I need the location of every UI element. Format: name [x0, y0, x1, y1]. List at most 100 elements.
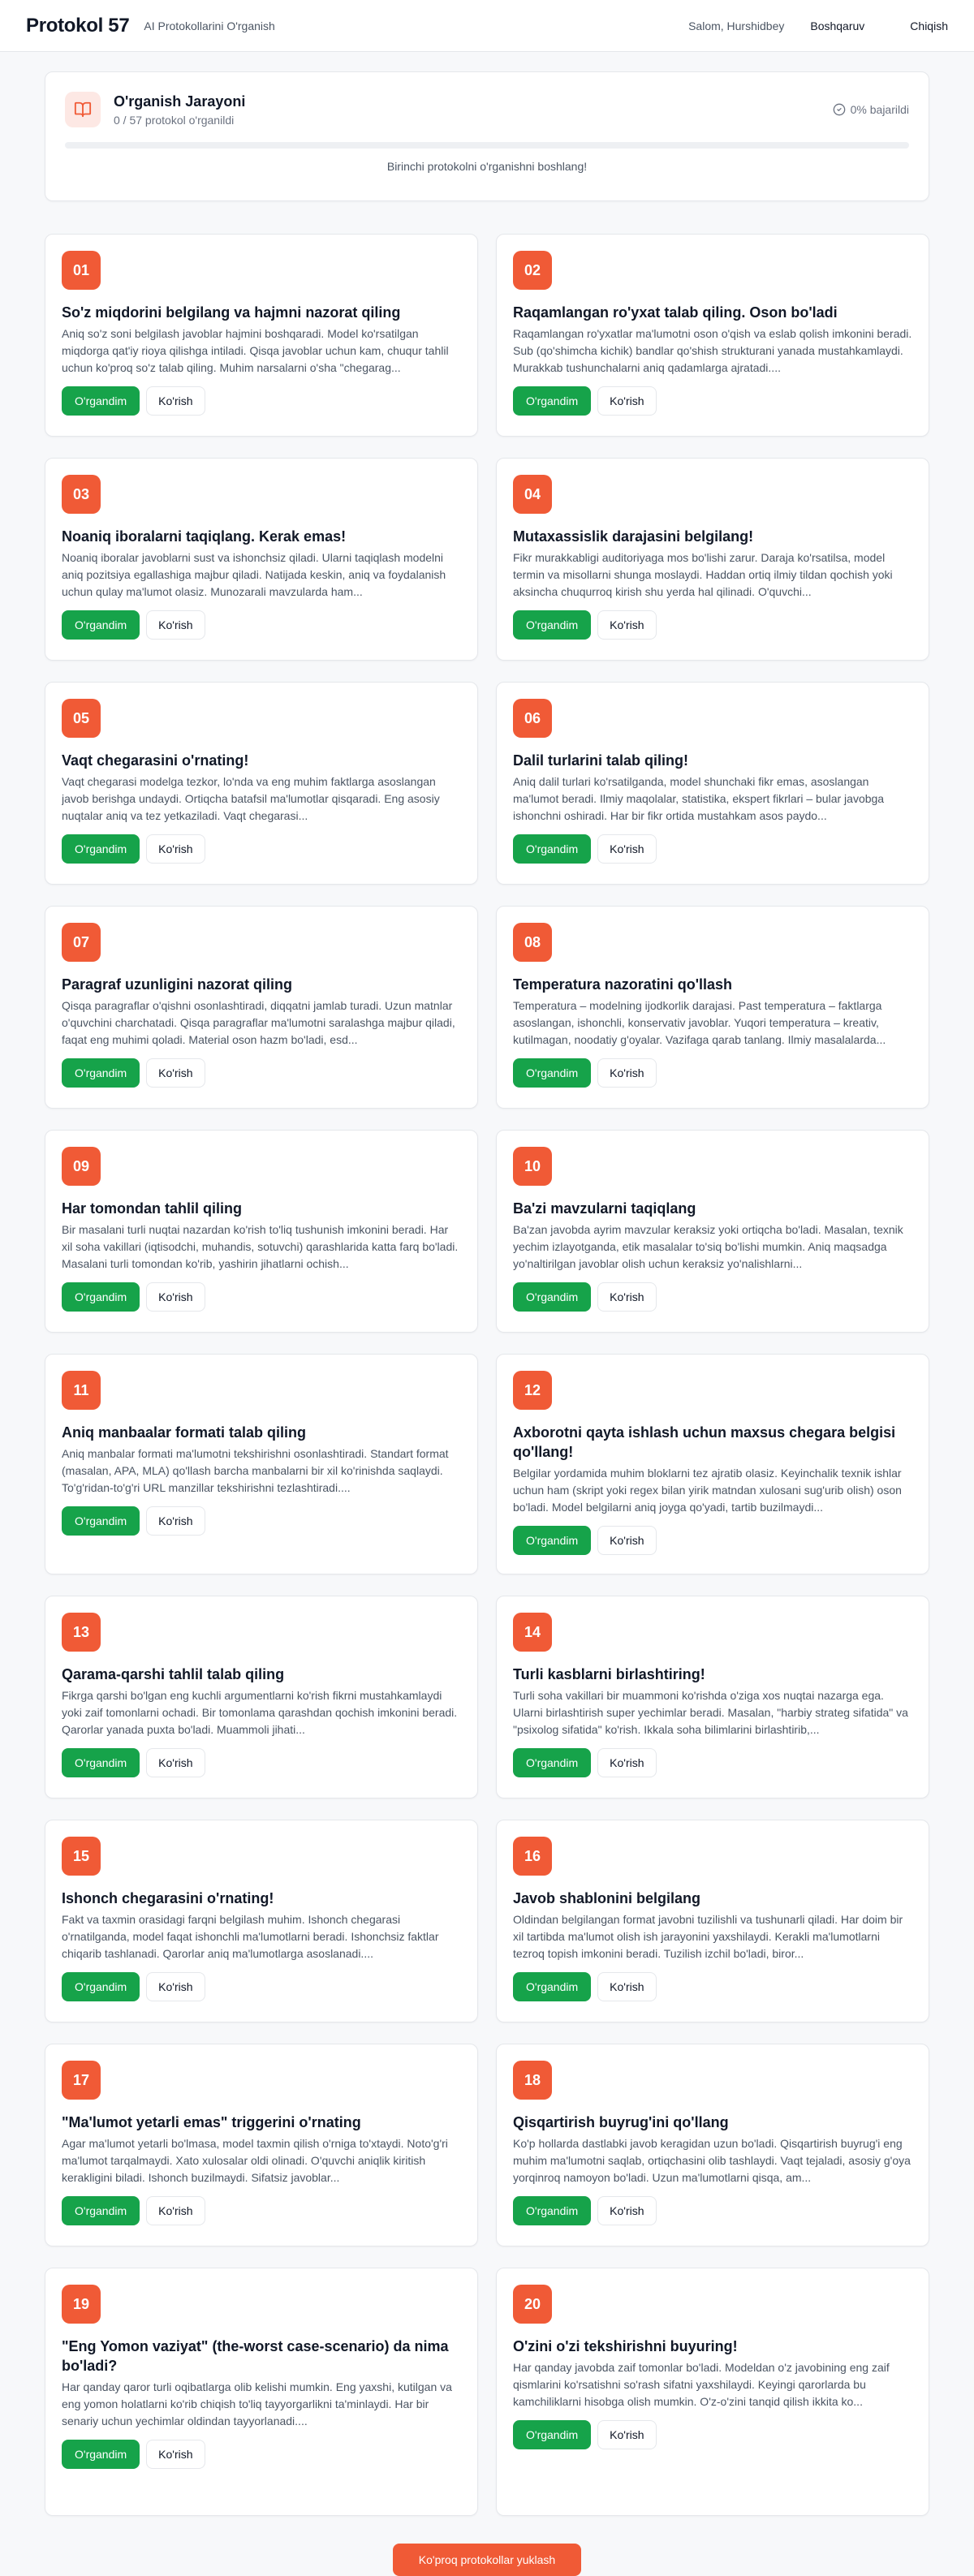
protocol-description: Aniq so'z soni belgilash javoblar hajmin…: [62, 327, 449, 374]
protocol-card: 20 O'zini o'zi tekshirishni buyuring! Har …: [496, 2268, 929, 2516]
logout-button[interactable]: Chiqish: [910, 19, 948, 32]
view-button[interactable]: Ko'rish: [146, 1972, 205, 2001]
view-button[interactable]: Ko'rish: [146, 1282, 205, 1312]
protocol-actions: O'rgandim Ko'rish: [62, 834, 461, 864]
protocol-title: Axborotni qayta ishlash uchun maxsus che…: [513, 1424, 896, 1460]
protocol-number-badge: 08: [513, 923, 552, 962]
protocol-card: 17 "Ma'lumot yetarli emas" triggerini o'r…: [45, 2044, 478, 2246]
protocol-description: Har qanday javobda zaif tomonlar bo'ladi…: [513, 2361, 890, 2408]
protocol-card: 08 Temperatura nazoratini qo'llash Tempera…: [496, 906, 929, 1109]
view-button[interactable]: Ko'rish: [597, 1526, 657, 1555]
protocol-description: Vaqt chegarasi modelga tezkor, lo'nda va…: [62, 775, 440, 822]
learned-button[interactable]: O'rgandim: [513, 386, 592, 416]
view-button[interactable]: Ko'rish: [146, 1506, 205, 1536]
book-icon: [65, 92, 101, 127]
protocol-number-badge: 19: [62, 2285, 101, 2324]
protocol-title: Paragraf uzunligini nazorat qiling: [62, 976, 293, 993]
view-button[interactable]: Ko'rish: [597, 1282, 657, 1312]
protocol-card: 01 So'z miqdorini belgilang va hajmni naz…: [45, 234, 478, 437]
protocol-number-badge: 07: [62, 923, 101, 962]
learned-button[interactable]: O'rgandim: [513, 834, 592, 864]
learned-button[interactable]: O'rgandim: [62, 1506, 140, 1536]
view-button[interactable]: Ko'rish: [146, 2196, 205, 2225]
protocol-card: 13 Qarama-qarshi tahlil talab qiling Fikrg…: [45, 1596, 478, 1798]
learned-button[interactable]: O'rgandim: [62, 1058, 140, 1088]
view-button[interactable]: Ko'rish: [597, 1748, 657, 1777]
learned-button[interactable]: O'rgandim: [513, 1748, 592, 1777]
view-button[interactable]: Ko'rish: [146, 386, 205, 416]
protocol-actions: O'rgandim Ko'rish: [513, 2420, 912, 2449]
view-button[interactable]: Ko'rish: [597, 1972, 657, 2001]
view-button[interactable]: Ko'rish: [597, 2420, 657, 2449]
protocol-card: 02 Raqamlangan ro'yxat talab qiling. Oson…: [496, 234, 929, 437]
learned-button[interactable]: O'rgandim: [62, 834, 140, 864]
learned-button[interactable]: O'rgandim: [62, 386, 140, 416]
progress-card: O'rganish Jarayoni 0 / 57 protokol o'rga…: [45, 71, 929, 201]
learned-button[interactable]: O'rgandim: [513, 610, 592, 640]
view-button[interactable]: Ko'rish: [146, 610, 205, 640]
protocol-description: Fikr murakkabligi auditoriyaga mos bo'li…: [513, 551, 893, 598]
protocol-actions: O'rgandim Ko'rish: [513, 1748, 912, 1777]
protocol-description: Ba'zan javobda ayrim mavzular keraksiz y…: [513, 1223, 903, 1270]
protocol-title: O'zini o'zi tekshirishni buyuring!: [513, 2338, 738, 2354]
protocol-card: 07 Paragraf uzunligini nazorat qiling Qisq…: [45, 906, 478, 1109]
view-button[interactable]: Ko'rish: [146, 1748, 205, 1777]
protocol-card: 19 "Eng Yomon vaziyat" (the-worst case-sc…: [45, 2268, 478, 2516]
protocol-actions: O'rgandim Ko'rish: [62, 1748, 461, 1777]
protocol-title: Aniq manbaalar formati talab qiling: [62, 1424, 307, 1441]
protocol-actions: O'rgandim Ko'rish: [62, 1972, 461, 2001]
learned-button[interactable]: O'rgandim: [62, 610, 140, 640]
protocol-description: Turli soha vakillari bir muammoni ko'ris…: [513, 1689, 908, 1736]
view-button[interactable]: Ko'rish: [146, 1058, 205, 1088]
protocol-description: Fikrga qarshi bo'lgan eng kuchli argumen…: [62, 1689, 458, 1736]
protocol-card: 09 Har tomondan tahlil qiling Bir masalani…: [45, 1130, 478, 1333]
progress-hint: Birinchi protokolni o'rganishni boshlang…: [386, 160, 588, 173]
learned-button[interactable]: O'rgandim: [62, 2196, 140, 2225]
learned-button[interactable]: O'rgandim: [62, 2440, 140, 2469]
user-greeting: Salom, Hurshidbey: [688, 19, 785, 32]
progress-percent-label: 0% bajarildi: [850, 103, 909, 116]
protocol-actions: O'rgandim Ko'rish: [513, 1058, 912, 1088]
brand-logo[interactable]: Protokol 57: [26, 15, 130, 37]
learned-button[interactable]: O'rgandim: [513, 1282, 592, 1312]
view-button[interactable]: Ko'rish: [597, 386, 657, 416]
protocol-description: Belgilar yordamida muhim bloklarni tez a…: [513, 1467, 902, 1514]
protocol-description: Bir masalani turli nuqtai nazardan ko'ri…: [62, 1223, 459, 1270]
learned-button[interactable]: O'rgandim: [62, 1748, 140, 1777]
progress-text: O'rganish Jarayoni 0 / 57 protokol o'rga…: [114, 93, 245, 127]
protocol-card: 11 Aniq manbaalar formati talab qiling Ani…: [45, 1354, 478, 1574]
progress-title: O'rganish Jarayoni: [114, 93, 246, 110]
learned-button[interactable]: O'rgandim: [62, 1282, 140, 1312]
protocol-actions: O'rgandim Ko'rish: [62, 2196, 461, 2225]
protocol-card: 12 Axborotni qayta ishlash uchun maxsus c…: [496, 1354, 929, 1574]
manage-button[interactable]: Boshqaruv: [810, 19, 864, 32]
learned-button[interactable]: O'rgandim: [62, 1972, 140, 2001]
view-button[interactable]: Ko'rish: [597, 834, 657, 864]
learned-button[interactable]: O'rgandim: [513, 1972, 592, 2001]
view-button[interactable]: Ko'rish: [597, 1058, 657, 1088]
learned-button[interactable]: O'rgandim: [513, 2196, 592, 2225]
protocol-description: Agar ma'lumot yetarli bo'lmasa, model ta…: [62, 2137, 448, 2184]
view-button[interactable]: Ko'rish: [146, 834, 205, 864]
protocol-actions: O'rgandim Ko'rish: [513, 1972, 912, 2001]
protocol-description: Temperatura – modelning ijodkorlik daraj…: [513, 999, 886, 1046]
protocol-title: Ba'zi mavzularni taqiqlang: [513, 1200, 696, 1217]
protocol-title: "Eng Yomon vaziyat" (the-worst case-scen…: [62, 2338, 449, 2374]
protocol-title: Raqamlangan ro'yxat talab qiling. Oson b…: [513, 304, 838, 321]
view-button[interactable]: Ko'rish: [597, 610, 657, 640]
check-circle-icon: [833, 103, 845, 116]
protocol-title: Qarama-qarshi tahlil talab qiling: [62, 1666, 285, 1682]
protocol-title: Mutaxassislik darajasini belgilang!: [513, 528, 754, 545]
load-more-button[interactable]: Ko'proq protokollar yuklash: [392, 2544, 582, 2576]
learned-button[interactable]: O'rgandim: [513, 1058, 592, 1088]
learned-button[interactable]: O'rgandim: [513, 2420, 592, 2449]
protocol-number-badge: 13: [62, 1613, 101, 1652]
view-button[interactable]: Ko'rish: [146, 2440, 205, 2469]
progress-header: O'rganish Jarayoni 0 / 57 protokol o'rga…: [65, 92, 909, 127]
protocol-title: Qisqartirish buyrug'ini qo'llang: [513, 2114, 729, 2130]
view-button[interactable]: Ko'rish: [597, 2196, 657, 2225]
protocol-number-badge: 14: [513, 1613, 552, 1652]
protocol-description: Ko'p hollarda dastlabki javob keragidan …: [513, 2137, 911, 2184]
protocol-card: 05 Vaqt chegarasini o'rnating! Vaqt chegar…: [45, 682, 478, 885]
learned-button[interactable]: O'rgandim: [513, 1526, 592, 1555]
